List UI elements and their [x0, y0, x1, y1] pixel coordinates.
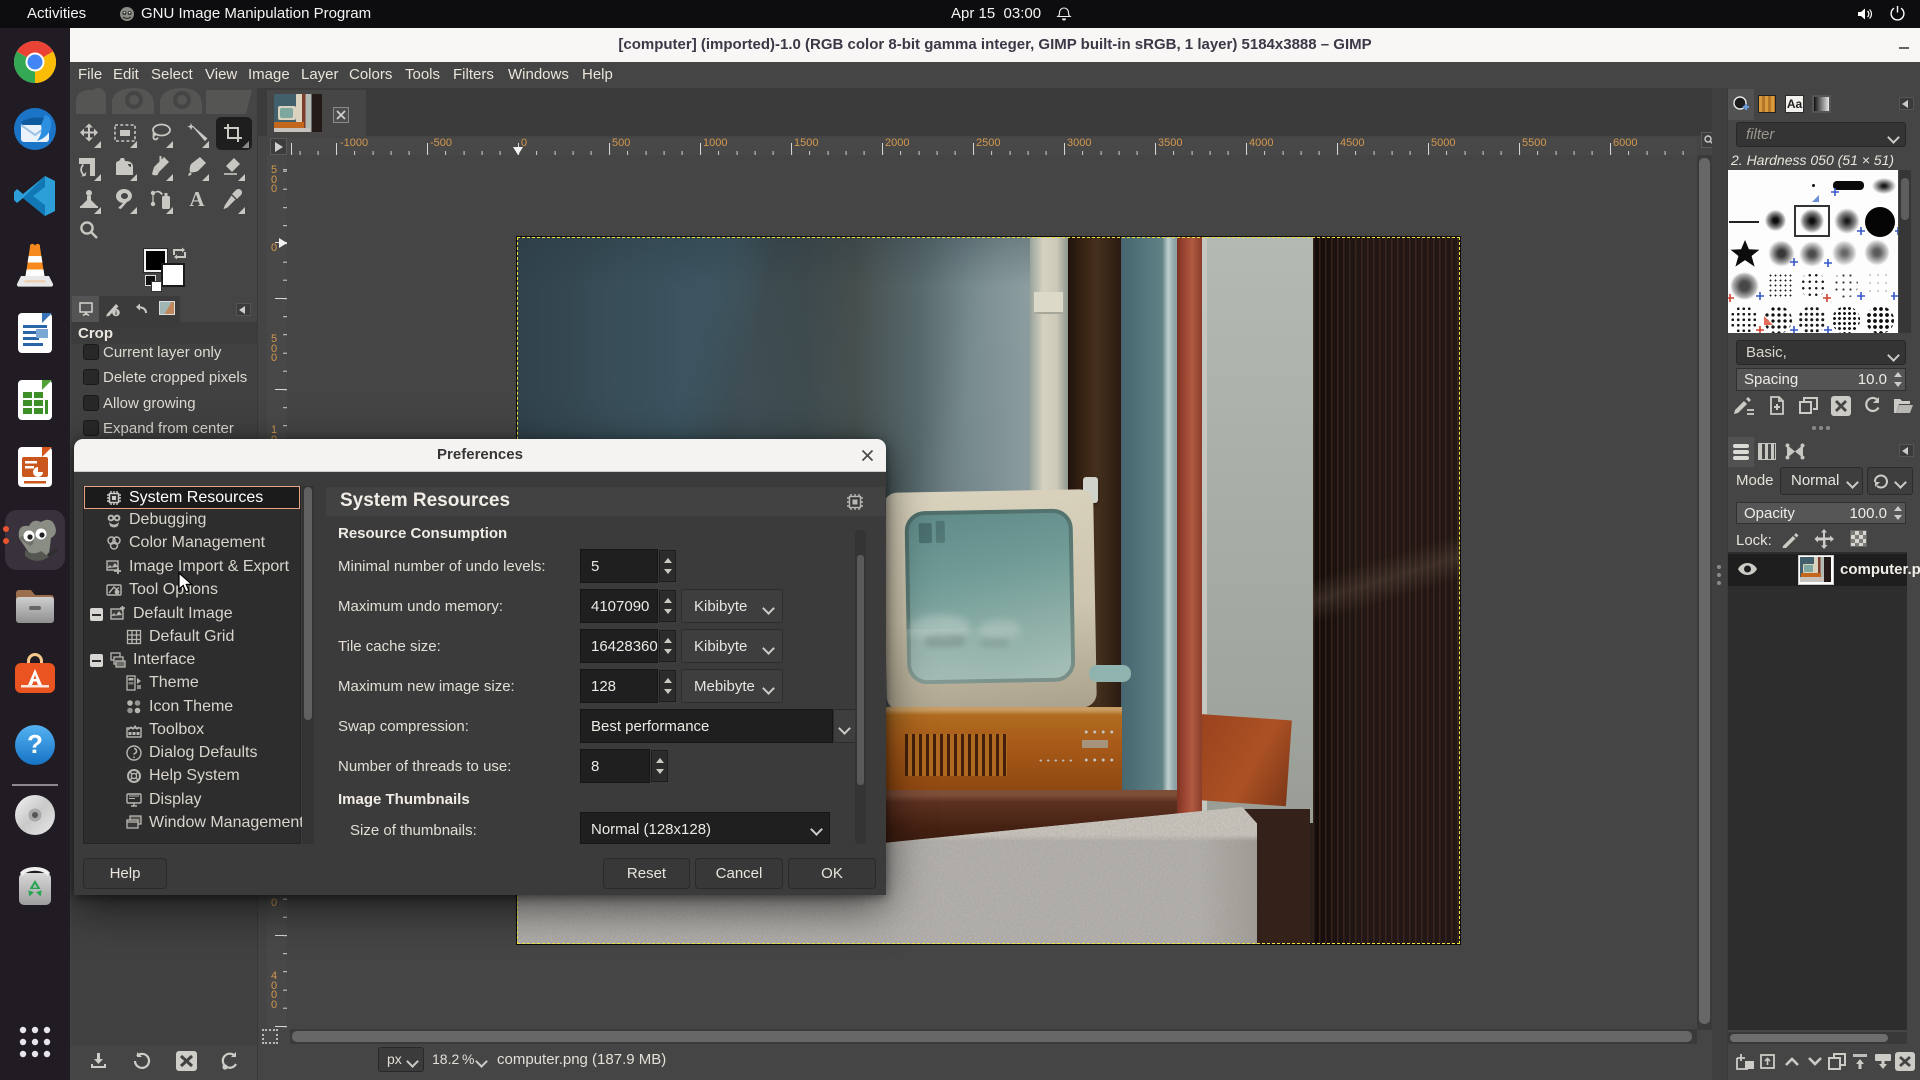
svg-text:i: i	[115, 310, 117, 317]
svg-text:?: ?	[27, 729, 43, 759]
